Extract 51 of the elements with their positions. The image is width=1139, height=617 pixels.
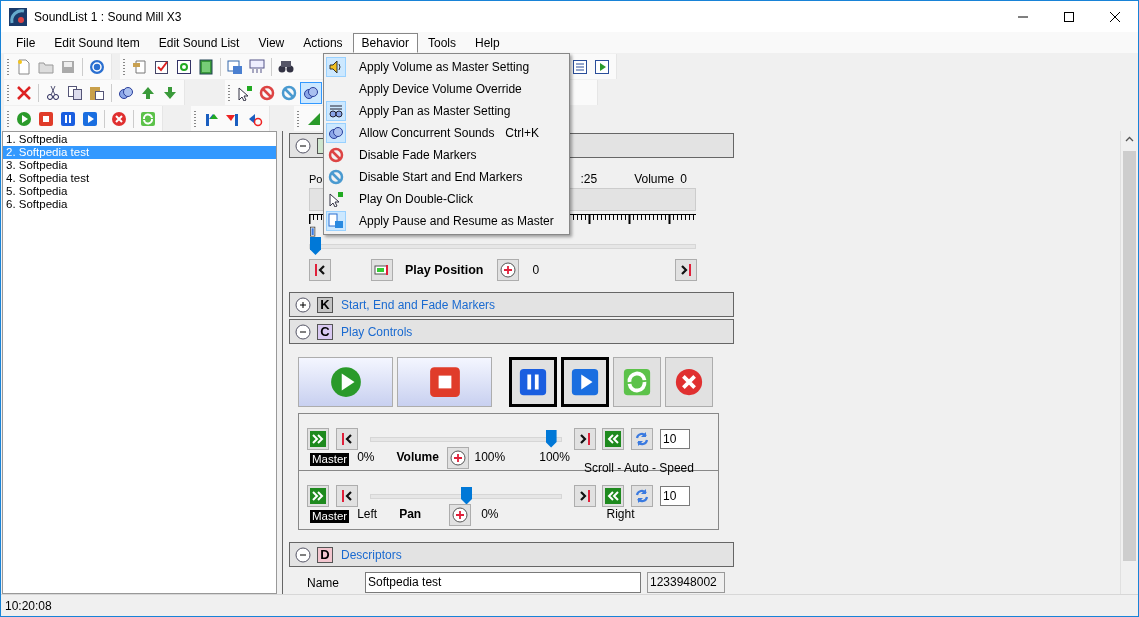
menu-item[interactable]: Apply Pause and Resume as Master (324, 210, 569, 232)
min-label: Left (357, 507, 378, 521)
menu-item[interactable]: Edit Sound List (149, 32, 249, 53)
master-label: Master (310, 453, 350, 466)
menu-item[interactable]: Disable Start and End Markers (324, 166, 569, 188)
window-title: SoundList 1 : Sound Mill X3 (34, 9, 182, 24)
time-value: :25 (580, 172, 598, 186)
menu-item[interactable]: Tools (419, 32, 465, 53)
list-item[interactable]: 4. Softpedia test (3, 172, 276, 185)
status-time: 10:20:08 (5, 598, 52, 613)
max-label: Right (606, 507, 635, 521)
speed-field[interactable]: 10 (660, 486, 690, 506)
scroll-speed-label: Scroll - Auto - Speed (583, 461, 694, 475)
menu-item[interactable]: File (7, 32, 45, 53)
menu-item[interactable]: Play On Double-Click (324, 188, 569, 210)
slider-value: 0% (481, 507, 499, 521)
section-title[interactable]: Descriptors (341, 547, 402, 562)
letter-badge: K (317, 296, 333, 313)
play-position-value: 0 (532, 263, 540, 277)
slider-label: Pan (399, 507, 423, 521)
menu-item[interactable]: Help (466, 32, 509, 53)
menu-item[interactable]: Allow Concurrent Sounds Ctrl+K (324, 122, 569, 144)
play-position-label: Play Position (405, 263, 484, 277)
name-label: Name (307, 575, 340, 590)
section-title[interactable]: Play Controls (341, 324, 413, 339)
list-item[interactable]: 5. Softpedia (3, 185, 276, 198)
menu-item[interactable]: View (249, 32, 294, 53)
volume-value: 0 (680, 172, 687, 186)
name-field[interactable]: Softpedia test (365, 572, 641, 593)
list-item[interactable]: 6. Softpedia (3, 198, 276, 211)
min-label: 0% (357, 450, 375, 464)
master-label: Master (310, 510, 350, 523)
menu-item[interactable]: Edit Sound Item (45, 32, 149, 53)
menu-item[interactable]: Actions (294, 32, 352, 53)
slider-label: Volume (396, 450, 440, 464)
speed-field[interactable]: 10 (660, 429, 690, 449)
id-field[interactable]: 1233948002 (647, 572, 725, 593)
slider-value: 100% (474, 450, 506, 464)
menu-item[interactable]: Apply Device Volume Override (324, 78, 569, 100)
list-item[interactable]: 1. Softpedia (3, 133, 276, 146)
position-label: Po (309, 173, 323, 185)
menu-item[interactable]: Apply Pan as Master Setting (324, 100, 569, 122)
menu-item[interactable]: Apply Volume as Master Setting (324, 56, 569, 78)
max-label: 100% (539, 450, 570, 464)
list-item[interactable]: 3. Softpedia (3, 159, 276, 172)
volume-label: Volume (634, 172, 675, 186)
letter-badge: C (317, 323, 333, 340)
menu-item[interactable]: Behavior (352, 32, 418, 53)
menu-item[interactable]: Disable Fade Markers (324, 144, 569, 166)
letter-badge: D (317, 546, 333, 563)
section-title[interactable]: Start, End and Fade Markers (341, 297, 496, 312)
